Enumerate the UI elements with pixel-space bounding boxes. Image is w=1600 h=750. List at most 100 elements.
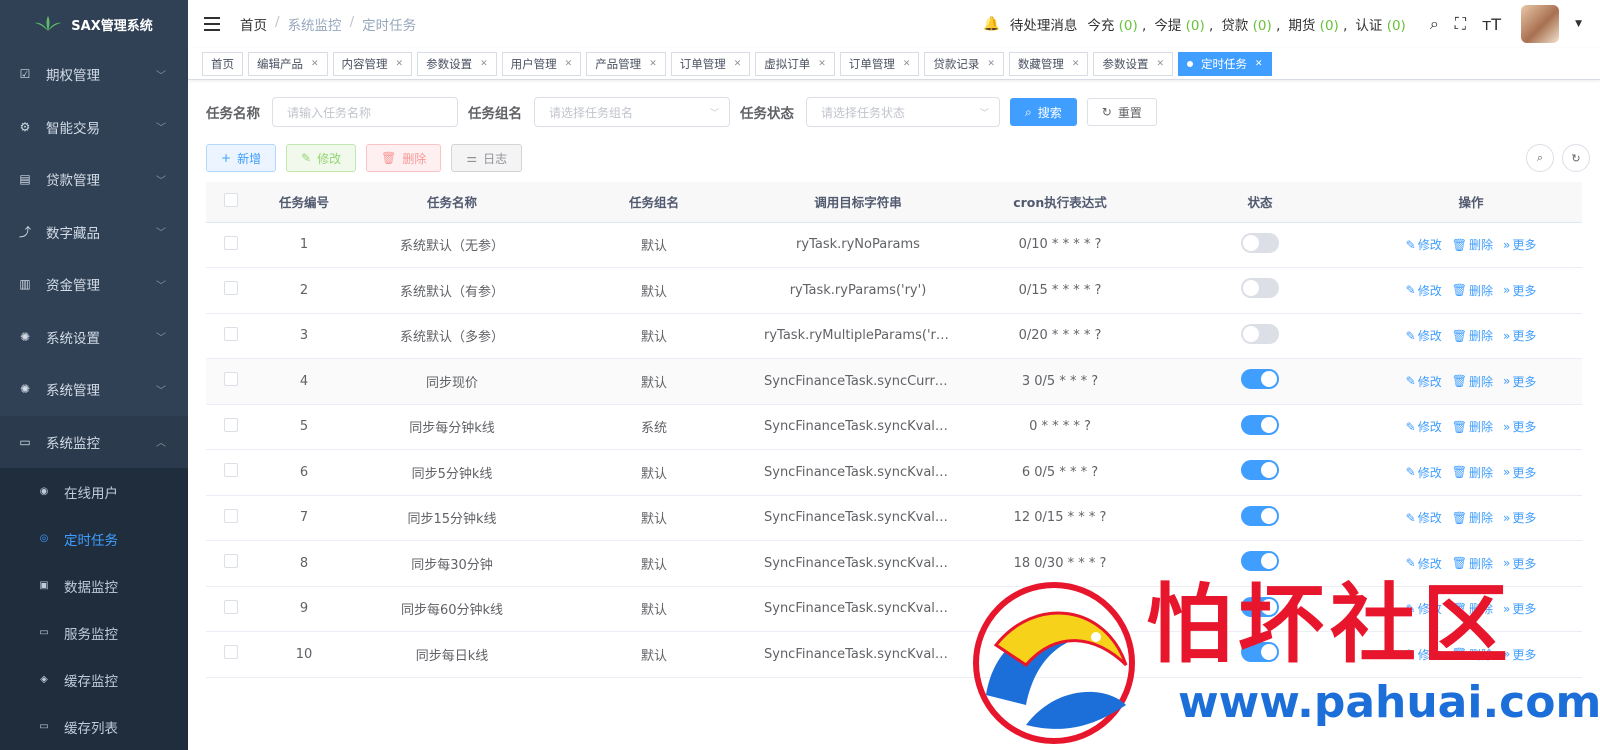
search-button[interactable]: ⌕ 搜索: [1010, 98, 1077, 126]
notification-item[interactable]: 期货 (0) ,: [1288, 14, 1347, 34]
table-row[interactable]: 10 同步每日k线 默认 SyncFinanceTask.syncKvalu..…: [206, 631, 1582, 678]
tag[interactable]: 订单管理 ✕: [670, 51, 751, 76]
edit-button[interactable]: ✎ 修改: [286, 144, 357, 172]
status-switch[interactable]: [1241, 551, 1279, 572]
row-checkbox[interactable]: [224, 645, 238, 660]
row-edit-link[interactable]: ✎ 修改: [1406, 555, 1442, 572]
table-row[interactable]: 9 同步每60分钟k线 默认 SyncFinanceTask.syncKvalu…: [206, 586, 1582, 632]
tag[interactable]: 参数设置 ✕: [1093, 51, 1174, 76]
row-edit-link[interactable]: ✎ 修改: [1406, 600, 1442, 617]
close-icon[interactable]: ✕: [987, 59, 995, 69]
table-row[interactable]: 8 同步每30分钟 默认 SyncFinanceTask.syncKvalu..…: [206, 540, 1582, 587]
refresh-icon[interactable]: ↻: [1562, 144, 1590, 172]
caret-down-icon[interactable]: ▼: [1575, 19, 1582, 29]
submenu-item[interactable]: ▣ 数据监控: [0, 562, 188, 609]
row-edit-link[interactable]: ✎ 修改: [1406, 373, 1442, 390]
font-size-icon[interactable]: ᴛT: [1482, 15, 1501, 34]
close-icon[interactable]: ✕: [818, 59, 826, 69]
submenu-item[interactable]: ▭ 服务监控: [0, 609, 188, 656]
row-checkbox[interactable]: [224, 235, 238, 250]
close-icon[interactable]: ✕: [480, 59, 488, 69]
row-more-link[interactable]: » 更多: [1503, 327, 1536, 344]
close-icon[interactable]: ✕: [734, 59, 742, 69]
row-checkbox[interactable]: [224, 281, 238, 296]
tag[interactable]: 参数设置 ✕: [417, 51, 497, 76]
submenu-item[interactable]: ◉ 在线用户: [0, 468, 188, 515]
tag[interactable]: 用户管理 ✕: [501, 51, 582, 76]
row-more-link[interactable]: » 更多: [1503, 600, 1536, 617]
row-checkbox[interactable]: [224, 326, 238, 341]
job-name-input[interactable]: 请输入任务名称: [272, 97, 458, 127]
sidebar-item[interactable]: ⚙ 智能交易 ﹀: [0, 101, 188, 154]
status-switch[interactable]: [1241, 414, 1279, 435]
log-button[interactable]: ⚌ 日志: [451, 144, 523, 172]
tag[interactable]: 订单管理 ✕: [839, 51, 920, 76]
sidebar-item[interactable]: ▥ 资金管理 ﹀: [0, 258, 188, 311]
row-more-link[interactable]: » 更多: [1503, 646, 1536, 663]
table-row[interactable]: 2 系统默认（有参） 默认 ryTask.ryParams('ry') 0/15…: [206, 267, 1582, 314]
close-icon[interactable]: ✕: [1072, 59, 1080, 69]
row-more-link[interactable]: » 更多: [1503, 373, 1536, 390]
status-switch[interactable]: [1241, 642, 1279, 663]
sidebar-item[interactable]: ✺ 系统管理 ﹀: [0, 363, 188, 416]
status-switch[interactable]: [1241, 460, 1279, 481]
close-icon[interactable]: ✕: [1255, 59, 1263, 69]
breadcrumb-home[interactable]: 首页: [240, 14, 267, 34]
row-edit-link[interactable]: ✎ 修改: [1406, 327, 1442, 344]
sidebar-item[interactable]: ▭ 系统监控 ︿: [0, 415, 188, 468]
row-delete-link[interactable]: 🗑 删除: [1452, 646, 1493, 663]
add-button[interactable]: + 新增: [206, 144, 277, 172]
row-delete-link[interactable]: 🗑 删除: [1452, 373, 1493, 390]
row-more-link[interactable]: » 更多: [1503, 555, 1536, 572]
table-row[interactable]: 1 系统默认（无参） 默认 ryTask.ryNoParams 0/10 * *…: [206, 222, 1582, 268]
row-checkbox[interactable]: [224, 599, 238, 614]
avatar[interactable]: [1521, 5, 1560, 43]
notification-item[interactable]: 今提 (0) ,: [1154, 14, 1213, 34]
table-row[interactable]: 7 同步15分钟k线 默认 SyncFinanceTask.syncKvalu.…: [206, 495, 1582, 541]
status-switch[interactable]: [1241, 369, 1279, 390]
row-edit-link[interactable]: ✎ 修改: [1406, 646, 1442, 663]
row-edit-link[interactable]: ✎ 修改: [1406, 236, 1442, 253]
tag[interactable]: 贷款记录 ✕: [924, 51, 1004, 76]
notification-item[interactable]: 今充 (0) ,: [1087, 14, 1146, 34]
reset-button[interactable]: ↻ 重置: [1086, 98, 1157, 126]
app-logo[interactable]: SAX管理系统: [0, 0, 188, 48]
row-delete-link[interactable]: 🗑 删除: [1452, 600, 1493, 617]
row-edit-link[interactable]: ✎ 修改: [1406, 509, 1442, 526]
row-delete-link[interactable]: 🗑 删除: [1452, 464, 1493, 481]
search-icon[interactable]: ⌕: [1430, 14, 1439, 34]
row-delete-link[interactable]: 🗑 删除: [1452, 509, 1493, 526]
tag[interactable]: 数藏管理 ✕: [1008, 51, 1089, 76]
select-all-checkbox[interactable]: [224, 193, 238, 208]
row-checkbox[interactable]: [224, 417, 238, 432]
table-row[interactable]: 3 系统默认（多参） 默认 ryTask.ryMultipleParams('r…: [206, 313, 1582, 359]
notification-item[interactable]: 贷款 (0) ,: [1221, 14, 1280, 34]
row-delete-link[interactable]: 🗑 删除: [1452, 418, 1493, 435]
row-checkbox[interactable]: [224, 372, 238, 387]
row-checkbox[interactable]: [224, 463, 238, 478]
row-more-link[interactable]: » 更多: [1503, 509, 1536, 526]
row-checkbox[interactable]: [224, 554, 238, 569]
row-more-link[interactable]: » 更多: [1503, 418, 1536, 435]
tag[interactable]: 虚拟订单 ✕: [755, 51, 835, 76]
row-more-link[interactable]: » 更多: [1503, 464, 1536, 481]
submenu-item[interactable]: ◈ 缓存监控: [0, 656, 188, 703]
row-delete-link[interactable]: 🗑 删除: [1452, 236, 1493, 253]
status-switch[interactable]: [1241, 323, 1279, 344]
row-delete-link[interactable]: 🗑 删除: [1452, 555, 1493, 572]
tag[interactable]: 首页: [202, 51, 243, 76]
status-switch[interactable]: [1241, 232, 1279, 253]
submenu-item[interactable]: ◎ 定时任务: [0, 515, 188, 562]
table-row[interactable]: 5 同步每分钟k线 系统 SyncFinanceTask.syncKvalu..…: [206, 404, 1582, 450]
sidebar-item[interactable]: ☑ 期权管理 ﹀: [0, 48, 188, 101]
row-edit-link[interactable]: ✎ 修改: [1406, 282, 1442, 299]
table-row[interactable]: 6 同步5分钟k线 默认 SyncFinanceTask.syncKvalu..…: [206, 449, 1582, 496]
close-icon[interactable]: ✕: [311, 59, 319, 69]
notification-item[interactable]: 认证 (0): [1355, 14, 1405, 34]
close-icon[interactable]: ✕: [903, 59, 911, 69]
close-icon[interactable]: ✕: [565, 59, 573, 69]
job-group-select[interactable]: 请选择任务组名 ﹀: [534, 97, 730, 127]
close-icon[interactable]: ✕: [1156, 59, 1164, 69]
toggle-search-icon[interactable]: ⌕: [1526, 144, 1554, 172]
tag[interactable]: 内容管理 ✕: [332, 51, 413, 76]
